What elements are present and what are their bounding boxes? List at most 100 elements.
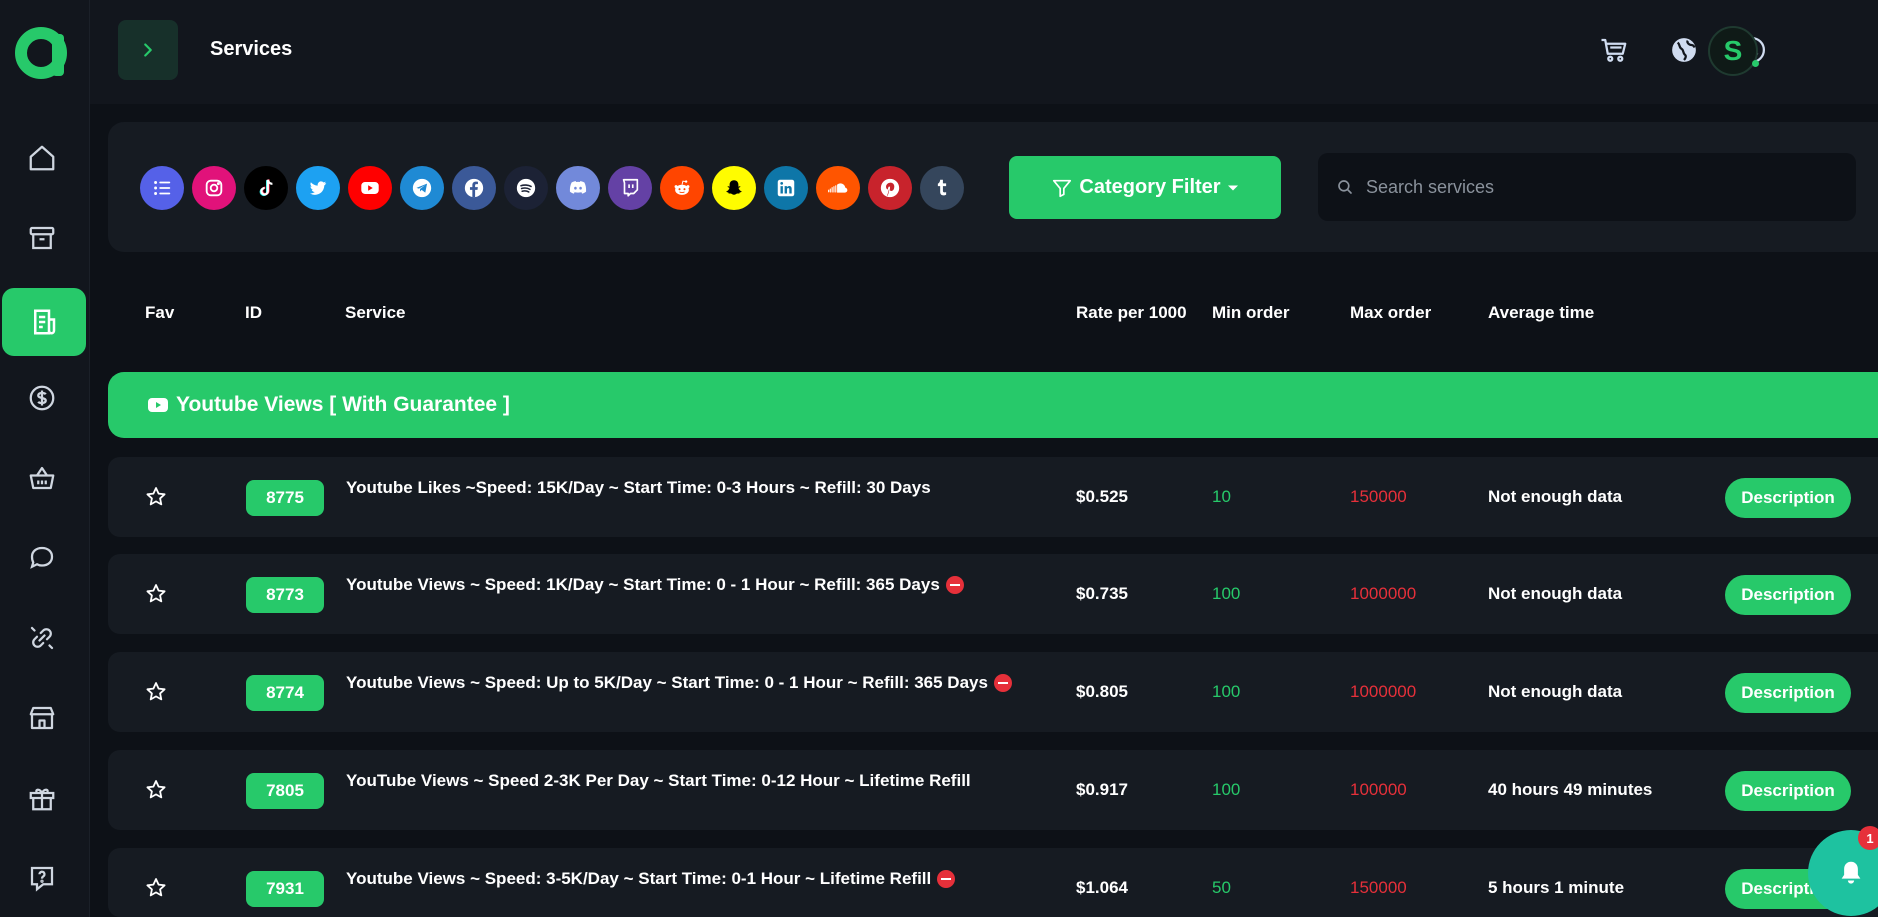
service-id-badge: 7805 [246, 773, 324, 809]
sidebar-item-home[interactable] [0, 124, 84, 192]
platform-filter-snapchat[interactable] [712, 166, 756, 210]
store-icon [29, 706, 55, 730]
table-row: 7805 YouTube Views ~ Speed 2-3K Per Day … [108, 750, 1878, 830]
description-button[interactable]: Description [1725, 478, 1851, 518]
page-title: Services [210, 38, 293, 60]
service-id-badge: 7931 [246, 871, 324, 907]
platform-filter-discord[interactable] [556, 166, 600, 210]
column-header-id: ID [245, 303, 262, 322]
no-entry-icon [993, 674, 1012, 692]
service-min-order: 50 [1212, 878, 1231, 897]
column-header-max-order: Max order [1350, 303, 1432, 322]
sidebar-item-store[interactable] [0, 684, 84, 752]
sidebar-item-services[interactable] [2, 288, 86, 356]
platform-filter-telegram[interactable] [400, 166, 444, 210]
service-rate: $0.735 [1076, 584, 1128, 603]
service-max-order: 1000000 [1350, 584, 1417, 603]
table-row: 8773 Youtube Views ~ Speed: 1K/Day ~ Sta… [108, 554, 1878, 634]
sidebar-item-funds[interactable] [0, 364, 84, 432]
globe-icon [1672, 38, 1696, 62]
platform-filter-pinterest[interactable] [868, 166, 912, 210]
platform-filter-instagram[interactable] [192, 166, 236, 210]
filter-icon [1053, 179, 1072, 197]
search-input[interactable] [1366, 153, 1836, 221]
platform-filter-tumblr[interactable] [920, 166, 964, 210]
platform-filter-youtube[interactable] [348, 166, 392, 210]
platform-filter-facebook[interactable] [452, 166, 496, 210]
services-icon [34, 309, 56, 335]
home-icon [29, 145, 55, 171]
sidebar-toggle-button[interactable] [118, 20, 178, 80]
sidebar-item-affiliates[interactable] [0, 604, 84, 672]
service-name: Youtube Views ~ Speed: Up to 5K/Day ~ St… [346, 672, 1046, 694]
platform-filter-soundcloud[interactable] [816, 166, 860, 210]
platform-filter-twitch[interactable] [608, 166, 652, 210]
service-rate: $0.917 [1076, 780, 1128, 799]
archive-icon [29, 226, 55, 250]
instagram-icon [205, 179, 223, 197]
help-icon [30, 866, 54, 892]
user-avatar[interactable]: S [1708, 26, 1758, 76]
service-id-badge: 8775 [246, 480, 324, 516]
column-header-average-time: Average time [1488, 303, 1595, 322]
star-icon[interactable] [144, 680, 168, 704]
category-filter-label: Category Filter [1079, 176, 1221, 198]
platform-filter-tiktok[interactable] [244, 166, 288, 210]
star-icon[interactable] [144, 485, 168, 509]
discord-icon [569, 181, 587, 194]
service-rate: $0.525 [1076, 487, 1128, 506]
description-button[interactable]: Description [1725, 673, 1851, 713]
sidebar-item-archive[interactable] [0, 204, 84, 272]
tumblr-icon [937, 179, 947, 196]
snapchat-icon [726, 180, 742, 195]
service-name: Youtube Views ~ Speed: 1K/Day ~ Start Ti… [346, 574, 1046, 596]
telegram-icon [412, 178, 432, 198]
no-entry-icon [937, 870, 956, 888]
chat-icon [30, 546, 54, 569]
language-button[interactable] [1668, 34, 1700, 66]
service-name: YouTube Views ~ Speed 2-3K Per Day ~ Sta… [346, 771, 971, 790]
service-average-time: Not enough data [1488, 682, 1623, 701]
service-name: Youtube Likes ~Speed: 15K/Day ~ Start Ti… [346, 478, 931, 497]
cart-icon [1601, 38, 1627, 62]
column-header-service: Service [345, 303, 406, 322]
star-icon[interactable] [144, 778, 168, 802]
table-row: 8775 Youtube Likes ~Speed: 15K/Day ~ Sta… [108, 457, 1878, 537]
service-rate: $0.805 [1076, 682, 1128, 701]
description-button[interactable]: Description [1725, 771, 1851, 811]
service-max-order: 150000 [1350, 878, 1407, 897]
brand-logo[interactable] [14, 26, 68, 80]
star-icon[interactable] [144, 876, 168, 900]
pinterest-icon [880, 178, 900, 198]
sidebar [0, 0, 90, 917]
dollar-icon [29, 385, 55, 411]
sidebar-item-tickets[interactable] [0, 524, 84, 592]
sidebar-item-rewards[interactable] [0, 764, 84, 832]
facebook-icon [464, 178, 484, 198]
column-header-rate: Rate per 1000 [1076, 303, 1187, 322]
service-average-time: 40 hours 49 minutes [1488, 780, 1653, 799]
category-title: Youtube Views [ With Guarantee ] [176, 393, 510, 416]
table-row: 8774 Youtube Views ~ Speed: Up to 5K/Day… [108, 652, 1878, 732]
no-entry-icon [945, 576, 964, 594]
service-id-badge: 8774 [246, 675, 324, 711]
twitch-icon [622, 178, 639, 197]
platform-filter-reddit[interactable] [660, 166, 704, 210]
platform-filter-spotify[interactable] [504, 166, 548, 210]
table-row: 7931 Youtube Views ~ Speed: 3-5K/Day ~ S… [108, 848, 1878, 917]
gift-icon [29, 788, 55, 811]
platform-filter-all[interactable] [140, 166, 184, 210]
cart-button[interactable] [1598, 34, 1630, 66]
search-icon [1338, 180, 1352, 194]
service-max-order: 100000 [1350, 780, 1407, 799]
affiliate-icon [30, 626, 54, 650]
tiktok-icon [259, 179, 273, 197]
sidebar-item-help[interactable] [0, 844, 84, 912]
star-icon[interactable] [144, 582, 168, 606]
description-button[interactable]: Description [1725, 575, 1851, 615]
category-filter-button[interactable]: Category Filter [1009, 156, 1281, 219]
platform-filter-linkedin[interactable] [764, 166, 808, 210]
platform-filter-twitter[interactable] [296, 166, 340, 210]
column-header-fav: Fav [145, 303, 175, 322]
sidebar-item-orders[interactable] [0, 444, 84, 512]
